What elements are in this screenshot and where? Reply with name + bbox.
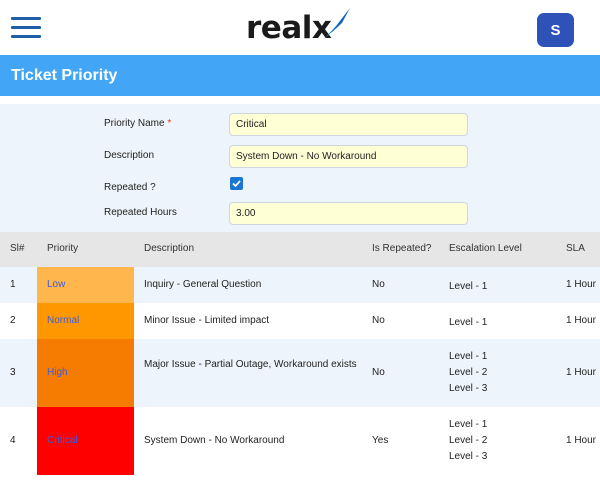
repeated-hours-label: Repeated Hours [104,207,177,218]
description-label: Description [104,150,155,161]
repeated-checkbox[interactable] [230,177,243,190]
description-input[interactable] [229,145,468,168]
priority-label: Critical [47,435,78,446]
column-header-sla[interactable]: SLA [566,243,585,254]
row-is-repeated: No [372,279,385,290]
priority-name-label: Priority Name * [104,118,172,129]
escalation-level: Level - 1 [449,281,488,292]
priority-label: Normal [47,315,80,326]
priority-label: Low [47,279,66,290]
priority-name-input[interactable] [229,113,468,136]
table-row[interactable]: 4 Critical System Down - No Workaround Y… [0,407,600,475]
row-is-repeated: No [372,315,385,326]
page-title-bar: Ticket Priority [0,55,600,96]
row-sla: 1 Hour [566,435,597,446]
required-marker: * [167,118,172,129]
repeated-hours-input[interactable] [229,202,468,225]
table-row[interactable]: 2 Normal Minor Issue - Limited impact No… [0,303,600,339]
priority-color-cell: High [37,339,134,407]
app-header: realx S [0,0,600,55]
check-icon [232,180,241,188]
hamburger-menu-icon[interactable] [11,17,41,39]
table-row[interactable]: 3 High Major Issue - Partial Outage, Wor… [0,339,600,407]
row-sl: 2 [10,315,16,326]
table-row[interactable]: 1 Low Inquiry - General Question No Leve… [0,267,600,303]
table-header: Sl# Priority Description Is Repeated? Es… [0,232,600,267]
row-escalation: Level - 1 Level - 2 Level - 3 [449,417,487,465]
logo-text: realx [246,10,332,46]
repeated-label: Repeated ? [104,182,156,193]
row-sla: 1 Hour [566,279,597,290]
page-title: Ticket Priority [11,66,118,84]
escalation-level: Level - 1 [449,351,488,362]
row-sl: 4 [10,435,16,446]
row-escalation: Level - 1 Level - 2 Level - 3 [449,349,487,397]
column-header-priority[interactable]: Priority [47,243,78,254]
row-description: Minor Issue - Limited impact [144,315,270,326]
priority-color-cell: Low [37,267,134,303]
row-sla: 1 Hour [566,315,597,326]
column-header-is-repeated[interactable]: Is Repeated? [372,243,432,254]
escalation-level: Level - 3 [449,383,488,394]
escalation-level: Level - 1 [449,317,488,328]
row-sl: 3 [10,367,16,378]
escalation-level: Level - 3 [449,451,488,462]
user-avatar[interactable]: S [537,13,574,47]
column-header-description[interactable]: Description [144,243,194,254]
escalation-level: Level - 2 [449,435,488,446]
row-sl: 1 [10,279,16,290]
column-header-sl[interactable]: Sl# [10,243,24,254]
row-sla: 1 Hour [566,367,597,378]
row-escalation: Level - 1 [449,315,487,331]
escalation-level: Level - 1 [449,419,488,430]
realx-logo[interactable]: realx [246,6,356,48]
row-escalation: Level - 1 [449,279,487,295]
row-is-repeated: Yes [372,435,389,446]
priority-label: High [47,367,68,378]
row-description: System Down - No Workaround [144,435,285,446]
escalation-level: Level - 2 [449,367,488,378]
column-header-escalation-level[interactable]: Escalation Level [449,243,522,254]
priority-color-cell: Critical [37,407,134,475]
row-description: Inquiry - General Question [144,279,262,290]
priority-color-cell: Normal [37,303,134,339]
row-is-repeated: No [372,367,385,378]
logo-swoosh-icon [324,8,350,39]
row-description: Major Issue - Partial Outage, Workaround… [144,359,357,370]
